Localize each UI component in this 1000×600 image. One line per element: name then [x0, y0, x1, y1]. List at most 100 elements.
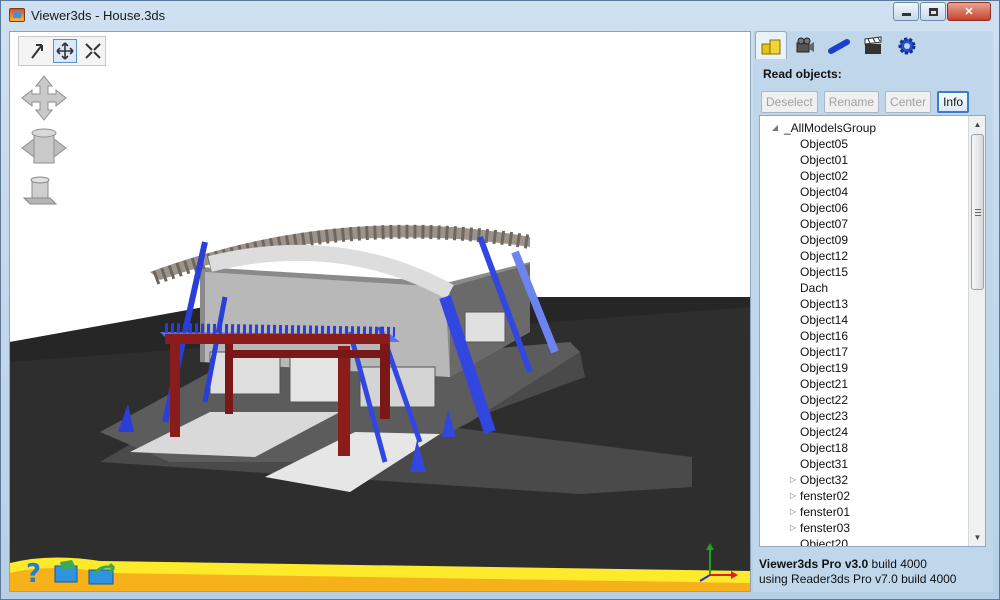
- tree-item-label: Object24: [800, 425, 849, 439]
- scroll-up-icon[interactable]: ▲: [969, 116, 985, 133]
- animation-tab-icon: [864, 35, 882, 54]
- 3d-viewport[interactable]: ?: [9, 31, 751, 592]
- tree-item-label: Object22: [800, 393, 849, 407]
- tree-item[interactable]: Object18: [760, 440, 968, 456]
- help-icon[interactable]: ?: [22, 558, 48, 586]
- tree-item[interactable]: Object23: [760, 408, 968, 424]
- object-tree[interactable]: ◢ _AllModelsGroup Object05 Object01 Object02…: [759, 115, 986, 547]
- objects-panel: Read objects: Deselect Rename Center Inf…: [753, 31, 993, 592]
- tree-item[interactable]: ▷ fenster02: [760, 488, 968, 504]
- tree-item[interactable]: Object22: [760, 392, 968, 408]
- tree-item[interactable]: Object19: [760, 360, 968, 376]
- pan-nav-control[interactable]: [20, 74, 68, 122]
- collapse-arrows-icon: [85, 43, 101, 59]
- tab-settings[interactable]: [891, 31, 923, 59]
- objects-tab-icon: [761, 39, 781, 54]
- tree-expanded-icon[interactable]: ◢: [770, 120, 780, 136]
- tree-item[interactable]: Object07: [760, 216, 968, 232]
- tree-item[interactable]: Object12: [760, 248, 968, 264]
- minimize-button[interactable]: [893, 2, 919, 21]
- tree-collapsed-icon[interactable]: ▷: [788, 472, 798, 488]
- tree-item[interactable]: Object17: [760, 344, 968, 360]
- rename-button[interactable]: Rename: [823, 91, 880, 113]
- tree-item[interactable]: Dach: [760, 280, 968, 296]
- tree-item[interactable]: ▷ Object32: [760, 472, 968, 488]
- tree-item-label: Object32: [800, 473, 849, 487]
- tree-item[interactable]: ◢ _AllModelsGroup: [760, 120, 968, 136]
- maximize-button[interactable]: [920, 2, 946, 21]
- tree-item[interactable]: ▷ fenster03: [760, 520, 968, 536]
- deselect-button[interactable]: Deselect: [761, 91, 818, 113]
- scroll-down-icon[interactable]: ▼: [969, 529, 985, 546]
- info-button[interactable]: Info: [937, 91, 970, 113]
- tree-item[interactable]: Object01: [760, 152, 968, 168]
- rotate-nav-control[interactable]: [20, 127, 68, 169]
- tree-item[interactable]: Object24: [760, 424, 968, 440]
- tree-item-label: Object02: [800, 169, 849, 183]
- tree-item-label: Object20: [800, 537, 849, 547]
- reader-version: using Reader3ds Pro v7.0 build 4000: [759, 572, 957, 586]
- tree-item[interactable]: Object06: [760, 200, 968, 216]
- title-bar[interactable]: Viewer3ds - House.3ds ✕: [1, 1, 999, 29]
- tree-item[interactable]: Object16: [760, 328, 968, 344]
- version-info: Viewer3ds Pro v3.0 build 4000 using Read…: [759, 557, 956, 587]
- tab-animation[interactable]: [857, 31, 889, 59]
- tree-item-label: Object05: [800, 137, 849, 151]
- window-1: [209, 351, 281, 395]
- product-build: build 4000: [868, 557, 927, 571]
- arrow-pointer-icon: [31, 44, 43, 59]
- settings-gear-icon: [898, 37, 916, 54]
- tree-item[interactable]: Object04: [760, 184, 968, 200]
- app-window: Viewer3ds - House.3ds ✕ ? Read objects: …: [0, 0, 1000, 600]
- tab-objects[interactable]: [755, 31, 787, 59]
- tree-item-label: fenster03: [800, 521, 851, 535]
- tree-item[interactable]: Object05: [760, 136, 968, 152]
- camera-tab-icon: [796, 37, 814, 52]
- app-icon: [9, 8, 25, 22]
- tree-item-label: Object14: [800, 313, 849, 327]
- tree-item[interactable]: Object02: [760, 168, 968, 184]
- light-tab-icon: [828, 38, 850, 54]
- tab-light[interactable]: [823, 31, 855, 59]
- tree-item-label: Object19: [800, 361, 849, 375]
- tree-item-label: Object09: [800, 233, 849, 247]
- open-folder-icon[interactable]: [52, 558, 82, 586]
- product-version: Viewer3ds Pro v3.0: [759, 557, 869, 571]
- tree-item[interactable]: Object09: [760, 232, 968, 248]
- tree-collapsed-icon[interactable]: ▷: [788, 520, 798, 536]
- tree-item[interactable]: Object14: [760, 312, 968, 328]
- pan-tool-button[interactable]: [53, 39, 77, 63]
- close-button[interactable]: ✕: [947, 2, 991, 21]
- pergola-beam: [165, 334, 390, 344]
- tree-item-label: Object18: [800, 441, 849, 455]
- center-button[interactable]: Center: [885, 91, 932, 113]
- house-3d-model[interactable]: [10, 32, 751, 592]
- tree-item-label: fenster02: [800, 489, 851, 503]
- zoom-nav-control[interactable]: [20, 174, 60, 208]
- select-tool-button[interactable]: [25, 39, 49, 63]
- tree-item-label: Object13: [800, 297, 849, 311]
- bottom-strip: [10, 557, 750, 591]
- scroll-thumb[interactable]: [971, 134, 984, 290]
- zoom-extents-button[interactable]: [81, 39, 105, 63]
- tree-item[interactable]: Object31: [760, 456, 968, 472]
- tree-item[interactable]: ▷ fenster01: [760, 504, 968, 520]
- tree-item[interactable]: Object20: [760, 536, 968, 547]
- tree-collapsed-icon[interactable]: ▷: [788, 504, 798, 520]
- tree-item-label: _AllModelsGroup: [784, 121, 877, 135]
- tree-item[interactable]: Object13: [760, 296, 968, 312]
- tree-scrollbar[interactable]: ▲ ▼: [968, 116, 985, 546]
- minimize-icon: [901, 13, 911, 16]
- move-arrows-icon: [56, 42, 74, 60]
- window-4: [464, 311, 506, 343]
- tree-item[interactable]: Object21: [760, 376, 968, 392]
- tree-item-label: Object04: [800, 185, 849, 199]
- tab-camera[interactable]: [789, 31, 821, 59]
- axis-gizmo: [699, 543, 738, 582]
- tree-item[interactable]: Object15: [760, 264, 968, 280]
- tree-item-label: Object21: [800, 377, 849, 391]
- tree-item-label: Object06: [800, 201, 849, 215]
- export-arrow-icon[interactable]: [86, 562, 120, 586]
- read-objects-label: Read objects:: [763, 67, 842, 81]
- tree-collapsed-icon[interactable]: ▷: [788, 488, 798, 504]
